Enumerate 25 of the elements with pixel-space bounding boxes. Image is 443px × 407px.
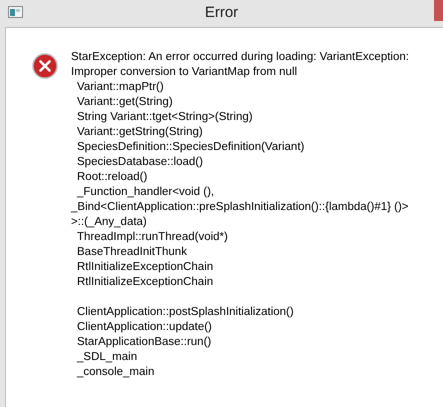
message-line: Variant::get(String) bbox=[76, 95, 174, 110]
close-button[interactable] bbox=[434, 0, 443, 21]
message-line: Root::reload() bbox=[76, 170, 148, 185]
message-line: Improper conversion to VariantMap from null bbox=[71, 65, 298, 80]
message-line: _console_main bbox=[76, 365, 156, 380]
message-line: SpeciesDatabase::load() bbox=[76, 155, 204, 170]
message-line: StarException: An error occurred during loading: VariantException: bbox=[71, 50, 409, 65]
message-line: _Bind<ClientApplication::preSplashInitialization()::{lambda()#1} ()> bbox=[71, 200, 409, 215]
window-title: Error bbox=[204, 3, 238, 24]
message-line: >::(_Any_data) bbox=[71, 215, 148, 230]
message-line: ThreadImpl::runThread(void*) bbox=[76, 230, 229, 245]
message-line: BaseThreadInitThunk bbox=[76, 245, 188, 260]
error-icon bbox=[32, 53, 58, 79]
message-line: Variant::getString(String) bbox=[76, 125, 204, 140]
message-line: ClientApplication::postSplashInitialization() bbox=[76, 305, 295, 320]
message-line: Variant::mapPtr() bbox=[76, 80, 165, 95]
message-line: RtlInitializeExceptionChain bbox=[76, 260, 214, 275]
message-line: RtlInitializeExceptionChain bbox=[76, 275, 214, 290]
app-icon bbox=[8, 6, 23, 18]
message-line: _Function_handler<void (), bbox=[76, 185, 216, 200]
message-line: StarApplicationBase::run() bbox=[76, 335, 212, 350]
message-line: ClientApplication::update() bbox=[76, 320, 213, 335]
message-line: _SDL_main bbox=[76, 350, 138, 365]
message-line: SpeciesDefinition::SpeciesDefinition(Variant) bbox=[76, 140, 306, 155]
message-line: String Variant::tget<String>(String) bbox=[76, 110, 254, 125]
